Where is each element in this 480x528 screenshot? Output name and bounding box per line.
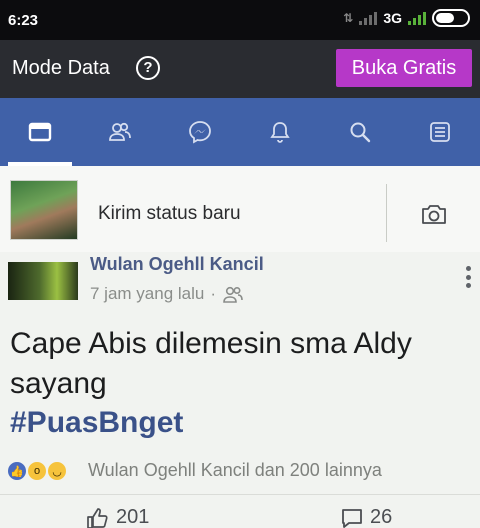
comment-icon	[342, 508, 362, 528]
post-timestamp[interactable]: 7 jam yang lalu	[90, 284, 204, 304]
reaction-summary[interactable]: Wulan Ogehll Kancil dan 200 lainnya	[88, 460, 382, 481]
status-composer[interactable]: Kirim status baru	[0, 166, 480, 252]
tab-search[interactable]	[320, 98, 400, 166]
thumbs-up-icon	[87, 507, 108, 528]
comment-count: 26	[370, 506, 393, 528]
post-text: Cape Abis dilemesin sma Aldy sayang	[10, 327, 412, 400]
tab-friends[interactable]	[80, 98, 160, 166]
data-arrows-icon: ⇅	[343, 11, 354, 25]
like-reaction-icon: 👍	[6, 460, 28, 482]
like-count: 201	[116, 506, 150, 528]
mode-data-bar: Mode Data ? Buka Gratis	[0, 40, 480, 98]
menu-icon	[430, 122, 450, 142]
post-author-avatar[interactable]	[8, 262, 78, 300]
post-divider	[0, 494, 480, 495]
composer-placeholder[interactable]: Kirim status baru	[98, 203, 241, 225]
post-author-name[interactable]: Wulan Ogehll Kancil	[90, 254, 264, 275]
top-navigation	[0, 98, 480, 166]
like-button[interactable]: 201	[86, 506, 149, 528]
composer-divider	[386, 184, 387, 242]
status-indicators: ⇅ 3G	[343, 9, 470, 27]
friends-icon	[109, 122, 131, 141]
mode-data-label: Mode Data	[12, 57, 110, 79]
network-type: 3G	[383, 10, 402, 26]
free-mode-button[interactable]: Buka Gratis	[336, 49, 472, 87]
signal-strong-icon	[408, 11, 426, 25]
tab-notifications[interactable]	[240, 98, 320, 166]
bell-icon	[270, 122, 290, 143]
meta-separator: ·	[210, 284, 217, 303]
avatar[interactable]	[10, 180, 78, 240]
status-time: 6:23	[8, 12, 39, 29]
tab-news-feed[interactable]	[0, 98, 80, 166]
post-meta: 7 jam yang lalu ·	[90, 284, 244, 304]
haha-reaction-icon: ◡	[46, 460, 68, 482]
question-circle-icon[interactable]: ?	[136, 56, 160, 80]
battery-icon	[432, 9, 470, 27]
tab-menu[interactable]	[400, 98, 480, 166]
status-bar: 6:23 ⇅ 3G	[0, 0, 480, 40]
post-hashtag[interactable]: #PuasBnget	[10, 406, 183, 440]
wow-reaction-icon: o	[26, 460, 48, 482]
camera-icon[interactable]	[420, 202, 448, 226]
signal-weak-icon	[359, 11, 378, 25]
tab-messenger[interactable]	[160, 98, 240, 166]
news-feed-icon	[28, 122, 52, 142]
more-options-icon[interactable]	[466, 266, 472, 288]
messenger-icon	[189, 121, 211, 144]
comment-button[interactable]: 26	[340, 506, 392, 528]
reaction-icons[interactable]: 👍 o ◡	[6, 458, 68, 484]
search-icon	[350, 122, 371, 143]
privacy-friends-icon	[223, 286, 243, 303]
